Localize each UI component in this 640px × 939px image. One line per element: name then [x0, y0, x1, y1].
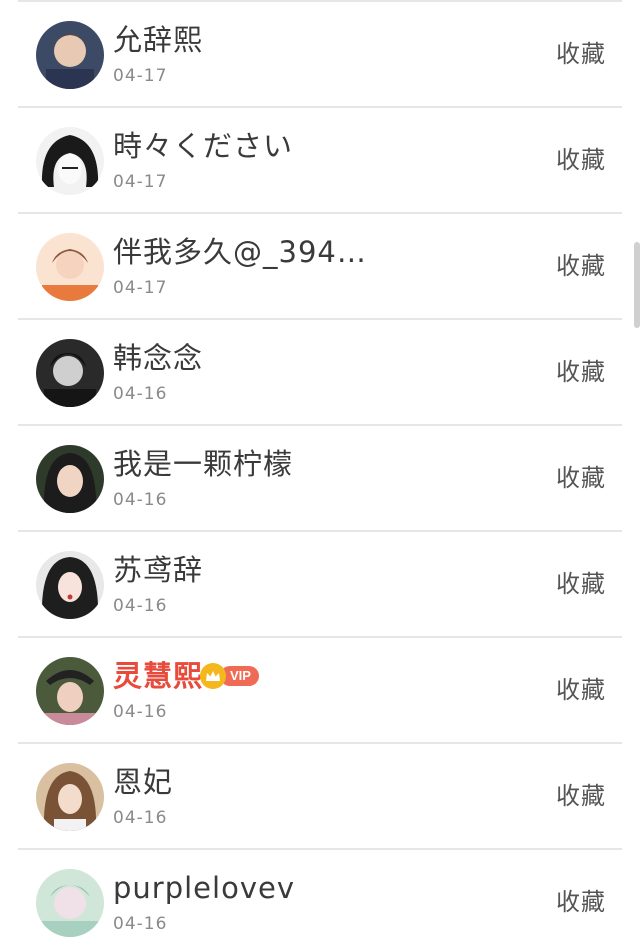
favorite-button[interactable]: 收藏 [556, 460, 606, 496]
list-item[interactable]: 我是一颗柠檬 04-16 收藏 [0, 426, 640, 532]
follow-date: 04-16 [113, 490, 168, 510]
favorite-button[interactable]: 收藏 [556, 248, 606, 284]
avatar[interactable] [36, 763, 104, 831]
favorite-button[interactable]: 收藏 [556, 36, 606, 72]
list-item[interactable]: 允辞熙 04-17 收藏 [0, 2, 640, 108]
avatar[interactable] [36, 657, 104, 725]
list-item[interactable]: 恩妃 04-16 收藏 [0, 744, 640, 850]
favorite-button[interactable]: 收藏 [556, 672, 606, 708]
avatar[interactable] [36, 551, 104, 619]
favorite-button[interactable]: 收藏 [556, 142, 606, 178]
user-name: 我是一颗柠檬 [113, 447, 294, 481]
user-name: 恩妃 [113, 765, 174, 799]
avatar[interactable] [36, 233, 104, 301]
list-item[interactable]: 灵慧熙 VIP 04-16 收藏 [0, 638, 640, 744]
follow-date: 04-16 [113, 808, 168, 828]
follow-date: 04-16 [113, 596, 168, 616]
list-item[interactable]: 時々ください 04-17 收藏 [0, 108, 640, 214]
user-name: 韩念念 [113, 341, 204, 375]
user-name: 時々ください [113, 129, 294, 163]
follow-date: 04-17 [113, 278, 168, 298]
avatar[interactable] [36, 127, 104, 195]
user-name: 伴我多久@_39452… [113, 235, 373, 269]
follower-list: 允辞熙 04-17 收藏 時々ください 04-17 收藏 伴我多久@_39452… [0, 0, 640, 939]
user-name: 灵慧熙 [113, 659, 203, 693]
scrollbar[interactable] [634, 242, 640, 328]
follow-date: 04-16 [113, 384, 168, 404]
avatar[interactable] [36, 869, 104, 937]
list-item[interactable]: 伴我多久@_39452… 04-17 收藏 [0, 214, 640, 320]
favorite-button[interactable]: 收藏 [556, 566, 606, 602]
user-name: 苏鸢辞 [113, 553, 204, 587]
follow-date: 04-17 [113, 66, 168, 86]
favorite-button[interactable]: 收藏 [556, 354, 606, 390]
follow-date: 04-17 [113, 172, 168, 192]
list-item[interactable]: 苏鸢辞 04-16 收藏 [0, 532, 640, 638]
list-item[interactable]: 韩念念 04-16 收藏 [0, 320, 640, 426]
user-name: 允辞熙 [113, 23, 204, 57]
follow-date: 04-16 [113, 702, 168, 722]
avatar[interactable] [36, 445, 104, 513]
avatar[interactable] [36, 21, 104, 89]
vip-badge: VIP [200, 663, 259, 689]
crown-icon [200, 663, 226, 689]
follow-date: 04-16 [113, 914, 168, 934]
favorite-button[interactable]: 收藏 [556, 884, 606, 920]
favorite-button[interactable]: 收藏 [556, 778, 606, 814]
list-item[interactable]: purplelovev 04-16 收藏 [0, 850, 640, 939]
user-name: purplelovev [113, 871, 295, 905]
avatar[interactable] [36, 339, 104, 407]
